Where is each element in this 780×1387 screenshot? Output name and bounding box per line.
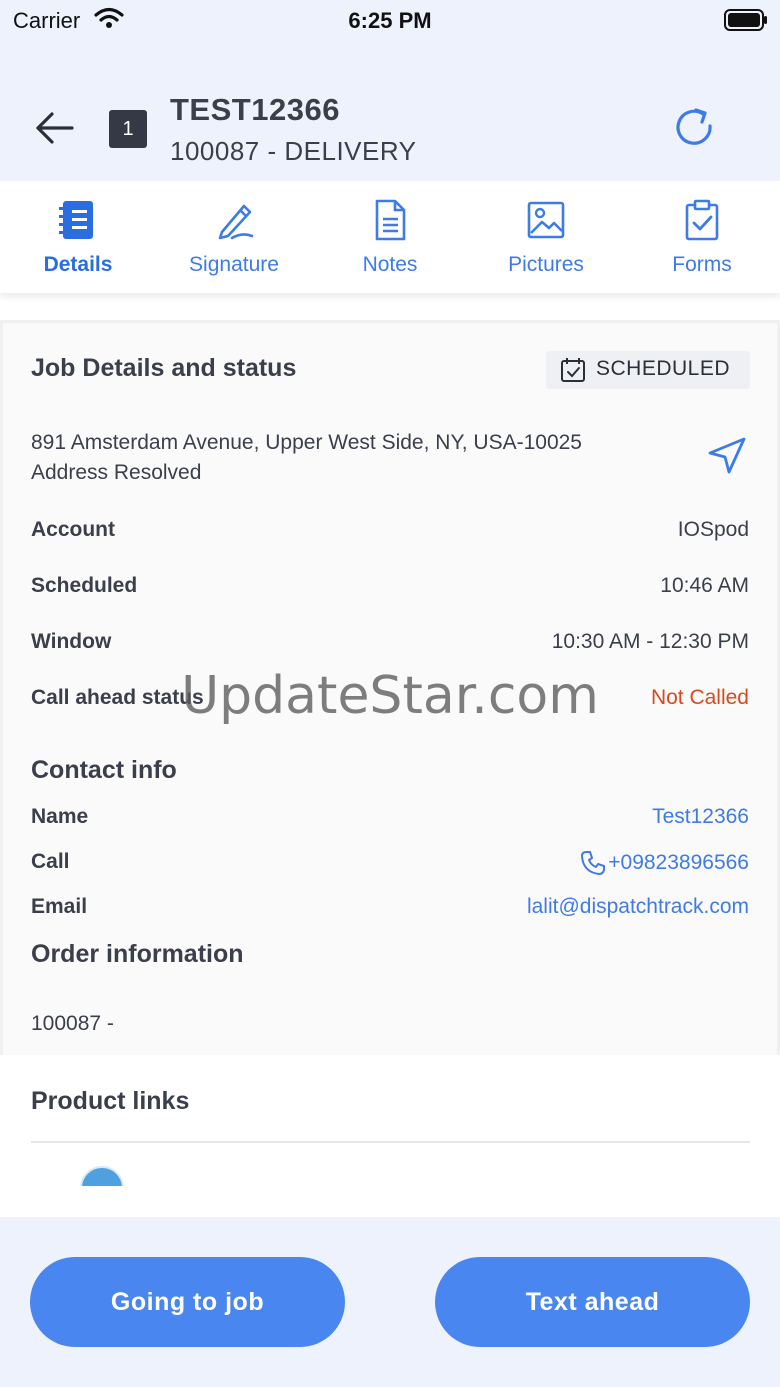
job-title: TEST12366 — [170, 92, 340, 127]
scheduled-label: Scheduled — [31, 574, 138, 597]
route-number-badge: 1 — [109, 110, 147, 148]
clock-time: 6:25 PM — [348, 8, 432, 33]
phone-icon — [581, 851, 606, 875]
account-label: Account — [31, 518, 115, 541]
back-button[interactable] — [30, 108, 80, 148]
phone-number: +09823896566 — [608, 851, 749, 874]
clipboard-check-icon — [685, 199, 719, 241]
document-icon — [375, 199, 406, 241]
status-text: SCHEDULED — [596, 357, 731, 380]
tab-notes[interactable]: Notes — [312, 181, 468, 293]
address-line: 891 Amsterdam Avenue, Upper West Side, N… — [31, 431, 582, 454]
order-number: 100087 - — [31, 1012, 114, 1035]
navigation-arrow-icon — [708, 437, 746, 474]
window-label: Window — [31, 630, 112, 653]
refresh-icon — [676, 108, 712, 145]
product-links-heading: Product links — [31, 1087, 190, 1115]
scheduled-value: 10:46 AM — [660, 574, 749, 597]
tab-pictures[interactable]: Pictures — [468, 181, 624, 293]
job-header: 1 TEST12366 100087 - DELIVERY — [0, 40, 780, 181]
window-value: 10:30 AM - 12:30 PM — [551, 630, 749, 653]
order-information-heading: Order information — [31, 940, 244, 968]
tab-signature[interactable]: Signature — [156, 181, 312, 293]
contact-info-heading: Contact info — [31, 756, 177, 784]
contact-name-label: Name — [31, 805, 89, 828]
tab-label: Forms — [672, 253, 732, 276]
contact-email-link[interactable]: lalit@dispatchtrack.com — [527, 895, 749, 919]
tab-bar: Details Signature Notes Pictures Forms — [0, 181, 780, 293]
status-badge: SCHEDULED — [546, 351, 750, 389]
contact-phone-link[interactable]: +09823896566 — [580, 850, 749, 876]
text-ahead-button[interactable]: Text ahead — [435, 1257, 750, 1347]
status-bar: Carrier 6:25 PM — [0, 0, 780, 40]
divider — [31, 1141, 750, 1143]
address-resolved-label: Address Resolved — [31, 461, 202, 484]
arrow-left-icon — [36, 112, 74, 144]
battery-icon — [724, 9, 768, 37]
notebook-icon — [59, 201, 93, 239]
address-block: 891 Amsterdam Avenue, Upper West Side, N… — [31, 428, 582, 488]
pen-icon — [218, 204, 254, 240]
contact-call-label: Call — [31, 850, 70, 873]
tab-label: Notes — [362, 253, 418, 276]
image-icon — [527, 201, 565, 239]
navigate-button[interactable] — [706, 436, 748, 476]
going-to-job-button[interactable]: Going to job — [30, 1257, 345, 1347]
refresh-button[interactable] — [672, 104, 720, 152]
job-details-heading: Job Details and status — [31, 354, 297, 382]
product-links-section — [0, 1055, 780, 1217]
job-subtitle: 100087 - DELIVERY — [170, 136, 417, 166]
contact-email-label: Email — [31, 895, 88, 918]
account-value: IOSpod — [677, 518, 749, 541]
tab-label: Pictures — [508, 253, 584, 276]
watermark: UpdateStar.com — [181, 666, 599, 726]
tab-details[interactable]: Details — [0, 181, 156, 293]
tab-label: Details — [43, 253, 113, 276]
tab-forms[interactable]: Forms — [624, 181, 780, 293]
product-thumbnail[interactable] — [80, 1166, 124, 1186]
calendar-check-icon — [561, 358, 585, 382]
tab-label: Signature — [189, 253, 279, 276]
contact-name-link[interactable]: Test12366 — [652, 805, 749, 829]
